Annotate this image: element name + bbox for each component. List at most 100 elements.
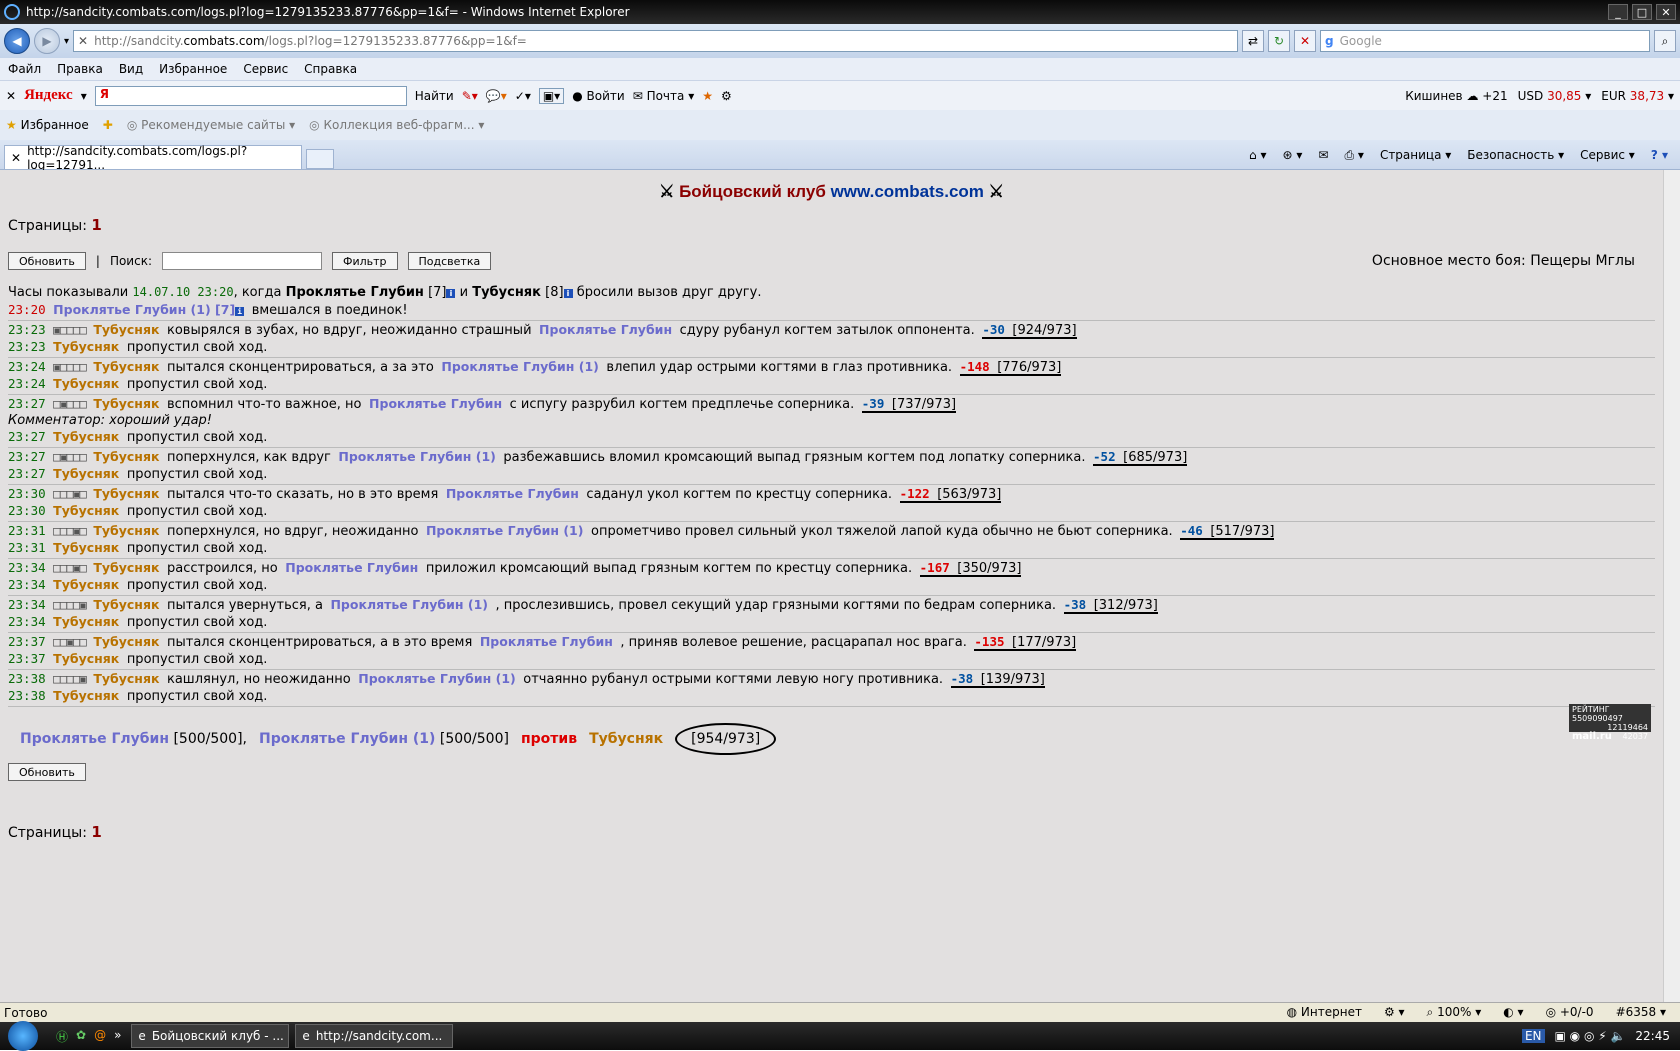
player-link[interactable]: Тубусняк (53, 503, 119, 518)
app-icon[interactable]: @ (94, 1028, 106, 1045)
player-link[interactable]: Тубусняк (53, 614, 119, 629)
maximize-button[interactable]: □ (1632, 4, 1652, 20)
player-link[interactable]: Тубусняк (53, 540, 119, 555)
player-link[interactable]: Тубусняк (93, 449, 159, 464)
highlight-button[interactable]: Подсветка (407, 252, 492, 270)
web-slice-gallery[interactable]: ◎ Коллекция веб-фрагм... ▾ (309, 118, 484, 132)
minimize-button[interactable]: _ (1608, 4, 1628, 20)
info-icon[interactable]: i (235, 307, 245, 316)
player-link[interactable]: Тубусняк (589, 731, 663, 747)
pencil-icon[interactable]: ✎▾ (462, 89, 478, 103)
player-link[interactable]: Проклятье Глубин (20, 731, 169, 747)
player-link[interactable]: Тубусняк (93, 560, 159, 575)
translate-icon[interactable]: ▣▾ (538, 87, 565, 104)
print-icon[interactable]: ⎙ ▾ (1344, 148, 1363, 163)
weather-widget[interactable]: Кишинев ☁ +21 (1405, 89, 1507, 103)
player-link[interactable]: Тубусняк (93, 396, 159, 411)
history-dropdown-icon[interactable]: ▾ (64, 36, 69, 47)
yandex-menu-icon[interactable]: ▾ (81, 89, 87, 103)
player-link[interactable]: Тубусняк (53, 466, 119, 481)
player-link[interactable]: Тубусняк (472, 285, 541, 300)
player-link[interactable]: Проклятье Глубин (539, 322, 672, 337)
feeds-icon[interactable]: ⊛ ▾ (1283, 148, 1303, 163)
player-link[interactable]: Проклятье Глубин (1) (259, 731, 435, 747)
refresh-button[interactable]: Обновить (8, 252, 86, 270)
filter-button[interactable]: Фильтр (332, 252, 398, 270)
player-link[interactable]: Тубусняк (93, 634, 159, 649)
back-button[interactable]: ◀ (4, 28, 30, 54)
add-favorite-icon[interactable]: ✚ (103, 118, 113, 132)
player-link[interactable]: Проклятье Глубин (286, 285, 424, 300)
mail-button[interactable]: ✉ Почта ▾ (633, 89, 695, 103)
close-window-button[interactable]: ✕ (1656, 4, 1676, 20)
tab-current[interactable]: ✕ http://sandcity.combats.com/logs.pl?lo… (4, 144, 302, 172)
eur-rate[interactable]: EUR 38,73 ▾ (1601, 89, 1674, 103)
usd-rate[interactable]: USD 30,85 ▾ (1518, 89, 1592, 103)
page-menu[interactable]: Страница ▾ (1380, 148, 1451, 163)
refresh-icon[interactable]: ↻ (1268, 30, 1291, 52)
more-icon[interactable]: » (114, 1028, 121, 1045)
player-link[interactable]: Тубусняк (53, 651, 119, 666)
refresh-button-bottom[interactable]: Обновить (8, 763, 86, 781)
bookmarks-icon[interactable]: ★ (702, 89, 713, 103)
yandex-search-input[interactable]: Я (94, 85, 407, 106)
info-icon[interactable]: i (446, 289, 456, 298)
menu-tools[interactable]: Сервис (243, 62, 288, 76)
log-search-input[interactable] (162, 252, 322, 270)
menu-file[interactable]: Файл (8, 62, 41, 76)
task-button[interactable]: e http://sandcity.com... (295, 1024, 454, 1048)
yandex-logo[interactable]: Яндекс (24, 87, 73, 104)
player-link[interactable]: Проклятье Глубин (285, 560, 418, 575)
player-link[interactable]: Тубусняк (93, 322, 159, 337)
login-button[interactable]: ● Войти (572, 89, 624, 103)
yandex-find-button[interactable]: Найти (415, 89, 454, 103)
player-link[interactable]: Проклятье Глубин (1) (441, 359, 599, 374)
page-number-link[interactable]: 1 (91, 823, 101, 841)
home-icon[interactable]: ⌂ ▾ (1249, 148, 1266, 163)
new-tab-button[interactable] (306, 149, 334, 169)
stop-button[interactable]: ✕ (1294, 30, 1317, 52)
player-link[interactable]: Проклятье Глубин (480, 634, 613, 649)
gear-icon[interactable]: ⚙ (721, 89, 732, 103)
safety-menu[interactable]: Безопасность ▾ (1467, 148, 1564, 163)
task-button[interactable]: e Бойцовский клуб - ... (131, 1024, 290, 1048)
player-link[interactable]: Проклятье Глубин (1) (426, 523, 584, 538)
mail-icon[interactable]: ✉ (1318, 148, 1328, 163)
player-link[interactable]: Проклятье Глубин (1) (358, 671, 516, 686)
player-link[interactable]: Проклятье Глубин (446, 486, 579, 501)
search-icon[interactable]: ⌕ (1654, 30, 1676, 52)
suggested-sites[interactable]: ◎ Рекомендуемые сайты ▾ (127, 118, 295, 132)
protected-mode-icon[interactable]: ⚙ ▾ (1384, 1005, 1405, 1020)
menu-edit[interactable]: Правка (57, 62, 103, 76)
zoom-control[interactable]: ⌕ 100% ▾ (1427, 1005, 1482, 1020)
info-icon[interactable]: i (563, 289, 573, 298)
app-icon[interactable]: Ⓗ (56, 1028, 68, 1045)
player-link[interactable]: Тубусняк (53, 577, 119, 592)
player-link[interactable]: Тубусняк (93, 597, 159, 612)
app-icon[interactable]: ✿ (76, 1028, 86, 1045)
player-link[interactable]: Проклятье Глубин (1) (330, 597, 488, 612)
player-link[interactable]: Проклятье Глубин (1) [7] (53, 302, 235, 317)
favorites-button[interactable]: ★ Избранное (6, 118, 89, 132)
player-link[interactable]: Тубусняк (93, 523, 159, 538)
player-link[interactable]: Тубусняк (93, 486, 159, 501)
search-input[interactable]: g Google (1320, 30, 1650, 52)
addon-icon[interactable]: ◐ ▾ (1503, 1005, 1523, 1020)
forward-button[interactable]: ▶ (34, 28, 60, 54)
spellcheck-icon[interactable]: ✓▾ (515, 89, 531, 103)
clock[interactable]: 22:45 (1635, 1029, 1670, 1043)
tray-icons[interactable]: ▣ ◉ ◎ ⚡ 🔈 (1555, 1029, 1626, 1043)
menu-view[interactable]: Вид (119, 62, 143, 76)
player-link[interactable]: Тубусняк (93, 359, 159, 374)
tools-menu[interactable]: Сервис ▾ (1580, 148, 1635, 163)
player-link[interactable]: Тубусняк (53, 339, 119, 354)
player-link[interactable]: Тубусняк (53, 376, 119, 391)
player-link[interactable]: Тубусняк (53, 429, 119, 444)
vertical-scrollbar[interactable] (1663, 170, 1680, 1002)
menu-favorites[interactable]: Избранное (159, 62, 227, 76)
site-link[interactable]: www.combats.com (831, 182, 984, 201)
help-icon[interactable]: ? ▾ (1651, 148, 1668, 163)
menu-help[interactable]: Справка (304, 62, 357, 76)
player-link[interactable]: Тубусняк (53, 688, 119, 703)
address-bar[interactable]: ✕ http://sandcity.combats.com/logs.pl?lo… (73, 30, 1239, 52)
